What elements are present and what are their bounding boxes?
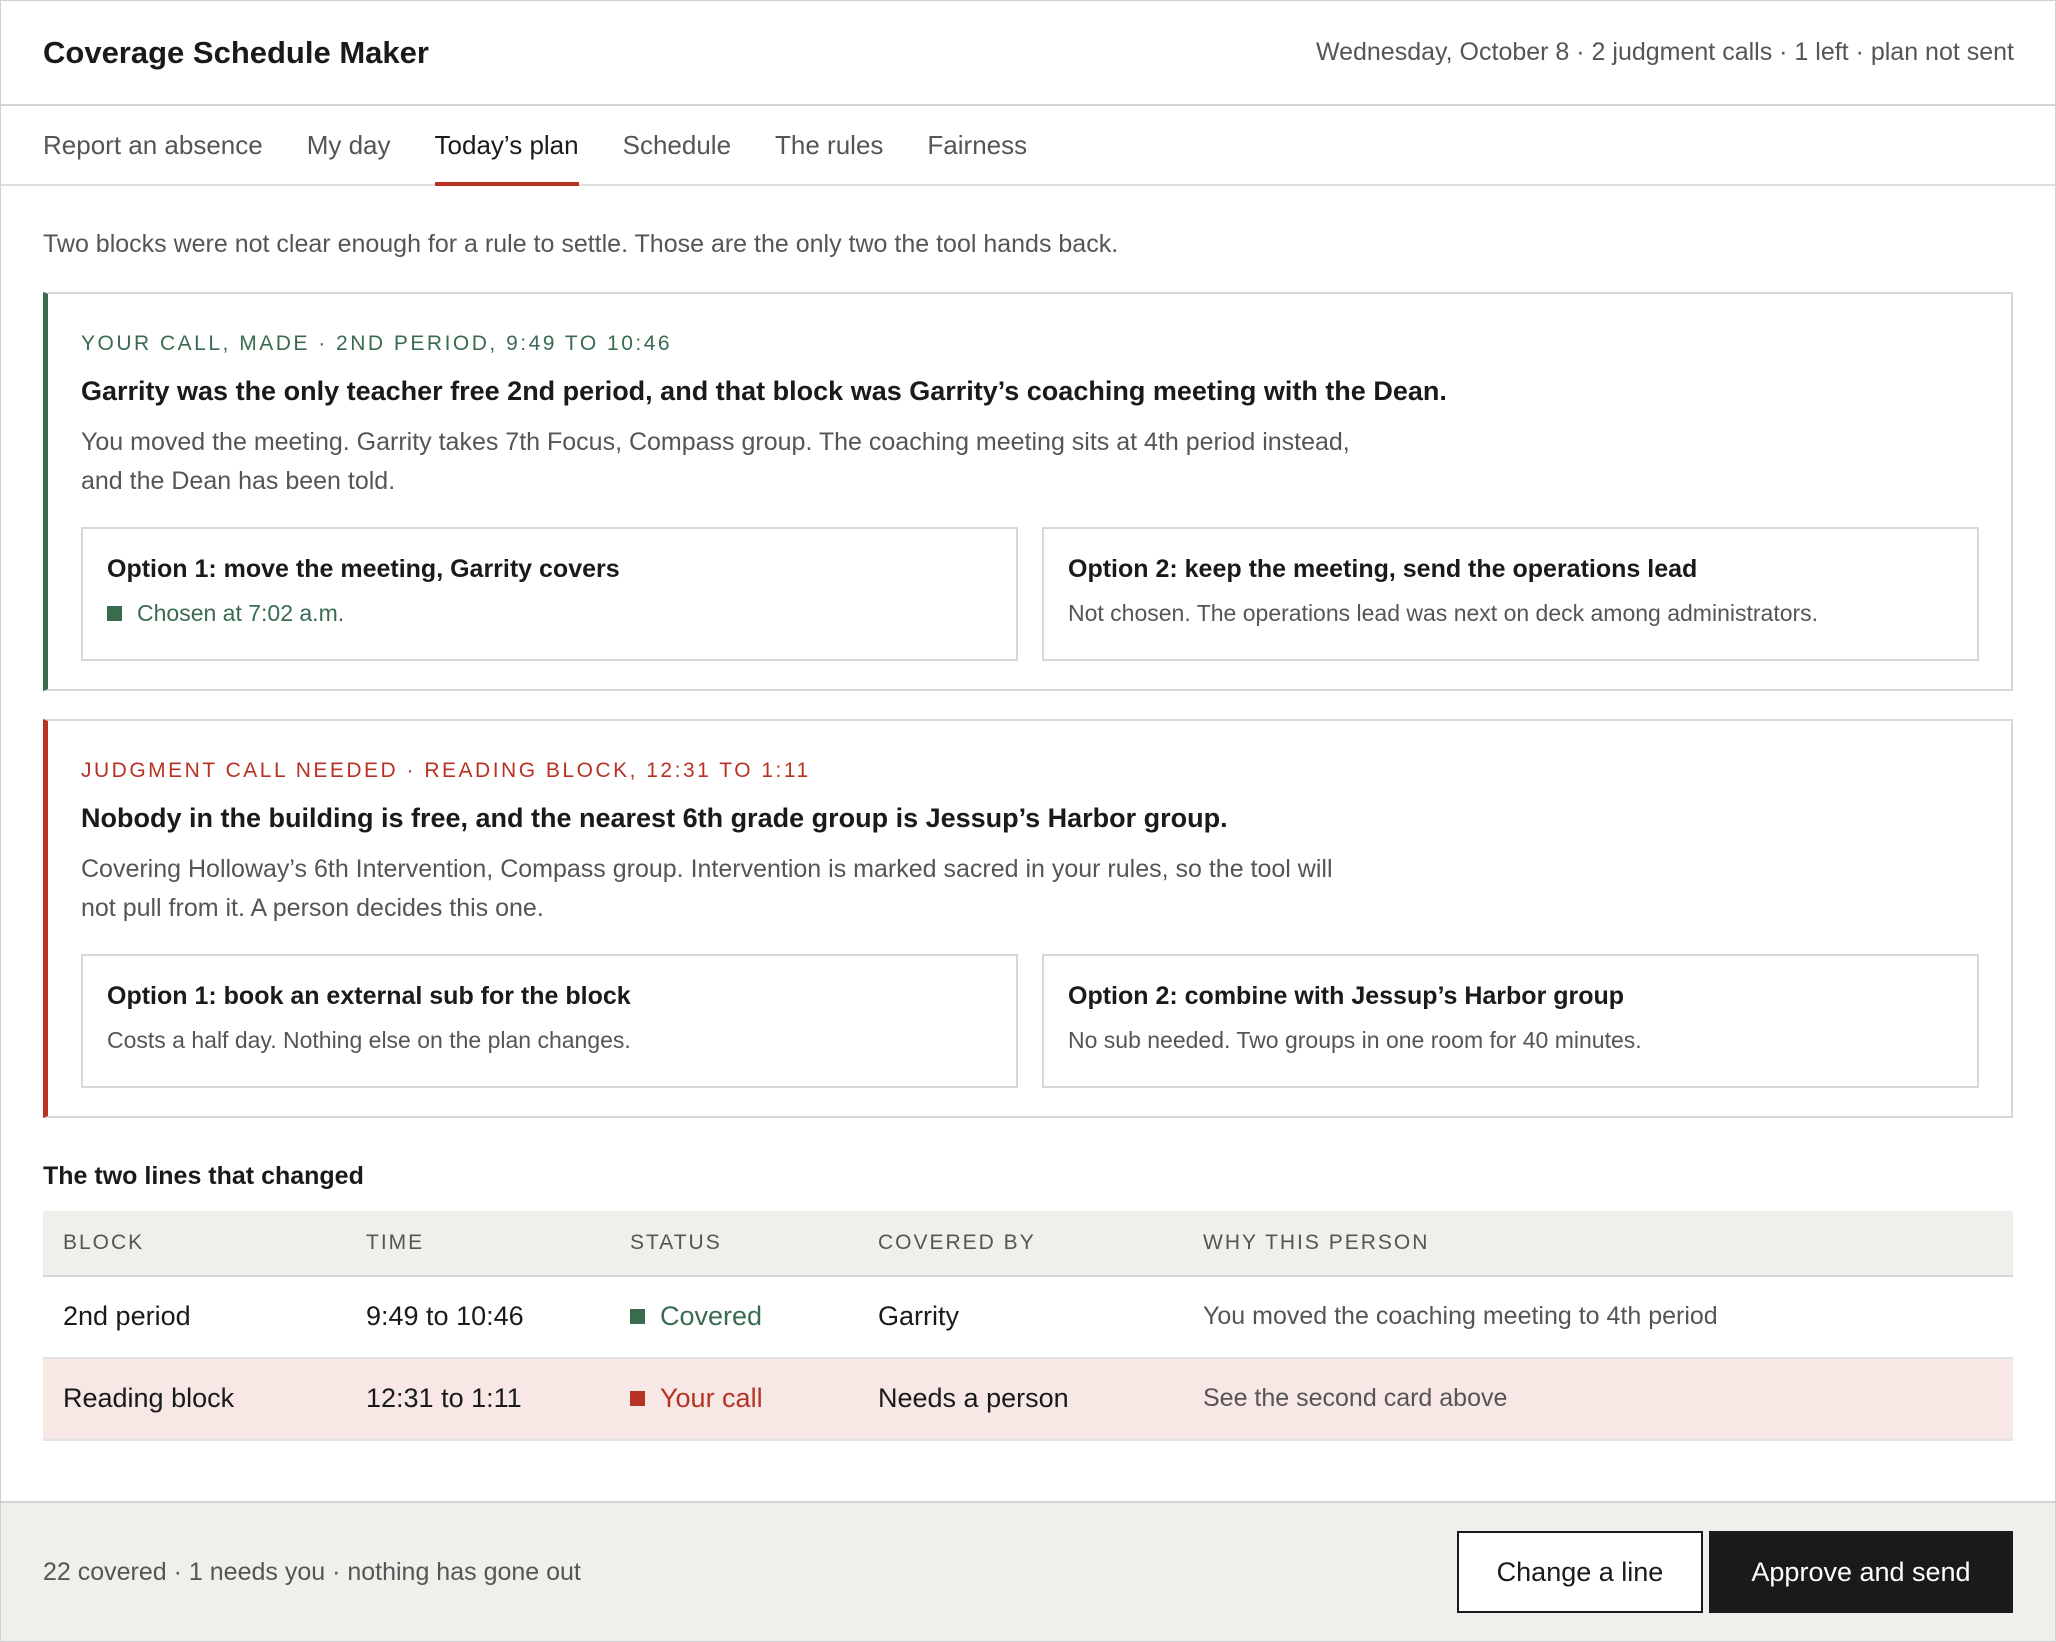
option-combine-groups[interactable]: Option 2: combine with Jessup’s Harbor g… [1042, 953, 1979, 1088]
tab-bar: Report an absence My day Today’s plan Sc… [1, 106, 2055, 186]
status-covered: Covered [630, 1301, 858, 1332]
cell-time: 9:49 to 10:46 [346, 1275, 610, 1359]
table-row[interactable]: Reading block 12:31 to 1:11 Your call Ne… [43, 1357, 2013, 1441]
status-square-icon [630, 1391, 645, 1406]
column-header-time: TIME [346, 1210, 610, 1277]
change-line-button[interactable]: Change a line [1457, 1531, 1703, 1613]
table-header-row: BLOCK TIME STATUS COVERED BY WHY THIS PE… [43, 1210, 2013, 1277]
option-title: Option 2: keep the meeting, send the ope… [1068, 554, 1698, 583]
column-header-covered-by: COVERED BY [858, 1210, 1183, 1277]
cell-status: Covered [610, 1275, 858, 1359]
cell-block: 2nd period [43, 1275, 346, 1359]
chosen-indicator: Chosen at 7:02 a.m. [107, 600, 992, 627]
card-body: You moved the meeting. Garrity takes 7th… [81, 427, 1350, 495]
card-eyebrow: Judgment call needed · Reading block, 12… [81, 758, 811, 782]
card-headline: Nobody in the building is free, and the … [81, 802, 1228, 833]
changes-section-title: The two lines that changed [43, 1161, 364, 1190]
card-eyebrow: Your call, made · 2nd period, 9:49 to 10… [81, 331, 673, 355]
footer-summary: 22 covered · 1 needs you · nothing has g… [43, 1557, 581, 1586]
column-header-block: BLOCK [43, 1210, 346, 1277]
table-row[interactable]: 2nd period 9:49 to 10:46 Covered Garrity… [43, 1275, 2013, 1359]
option-external-sub[interactable]: Option 1: book an external sub for the b… [81, 953, 1018, 1088]
tab-report-absence[interactable]: Report an absence [43, 106, 263, 184]
cell-covered-by: Needs a person [858, 1357, 1183, 1441]
tab-schedule[interactable]: Schedule [623, 106, 731, 184]
column-header-status: STATUS [610, 1210, 858, 1277]
status-text: Your call [660, 1383, 763, 1413]
options-row: Option 1: move the meeting, Garrity cove… [81, 526, 1979, 661]
column-header-why: WHY THIS PERSON [1183, 1210, 2013, 1277]
intro-text: Two blocks were not clear enough for a r… [43, 230, 1119, 258]
card-body: Covering Holloway’s 6th Intervention, Co… [81, 854, 1333, 922]
tab-my-day[interactable]: My day [307, 106, 391, 184]
option-note: Not chosen. The operations lead was next… [1068, 599, 1819, 626]
app-window: Coverage Schedule Maker Wednesday, Octob… [0, 0, 2056, 1642]
changes-table: BLOCK TIME STATUS COVERED BY WHY THIS PE… [43, 1210, 2013, 1441]
option-note: No sub needed. Two groups in one room fo… [1068, 1026, 1642, 1053]
tab-todays-plan[interactable]: Today’s plan [434, 106, 579, 186]
footer-actions: Change a line Approve and send [1457, 1531, 2013, 1613]
approve-send-button[interactable]: Approve and send [1709, 1531, 2013, 1613]
main-content: Two blocks were not clear enough for a r… [1, 186, 2055, 1441]
app-header: Coverage Schedule Maker Wednesday, Octob… [1, 1, 2055, 106]
plan-status-line: Wednesday, October 8 · 2 judgment calls … [1315, 38, 2014, 66]
judgment-call-card: Judgment call needed · Reading block, 12… [43, 718, 2013, 1118]
app-title: Coverage Schedule Maker [43, 34, 429, 70]
option-title: Option 1: move the meeting, Garrity cove… [107, 554, 620, 583]
chosen-square-icon [107, 605, 122, 621]
tab-fairness[interactable]: Fairness [927, 106, 1027, 184]
cell-status: Your call [610, 1357, 858, 1441]
call-made-card: Your call, made · 2nd period, 9:49 to 10… [43, 291, 2013, 691]
cell-covered-by: Garrity [858, 1275, 1183, 1359]
option-keep-meeting[interactable]: Option 2: keep the meeting, send the ope… [1042, 526, 1979, 661]
cell-time: 12:31 to 1:11 [346, 1357, 610, 1441]
tab-the-rules[interactable]: The rules [775, 106, 883, 184]
status-text: Covered [660, 1301, 763, 1331]
footer-bar: 22 covered · 1 needs you · nothing has g… [1, 1501, 2055, 1641]
status-square-icon [630, 1309, 645, 1324]
option-title: Option 2: combine with Jessup’s Harbor g… [1068, 981, 1625, 1010]
cell-why: See the second card above [1183, 1357, 2013, 1441]
option-move-meeting[interactable]: Option 1: move the meeting, Garrity cove… [81, 526, 1018, 661]
chosen-note: Chosen at 7:02 a.m. [137, 599, 345, 626]
cell-why: You moved the coaching meeting to 4th pe… [1183, 1275, 2013, 1359]
card-headline: Garrity was the only teacher free 2nd pe… [81, 375, 1447, 406]
status-your-call: Your call [630, 1383, 858, 1414]
options-row: Option 1: book an external sub for the b… [81, 953, 1979, 1088]
option-title: Option 1: book an external sub for the b… [107, 981, 631, 1010]
option-note: Costs a half day. Nothing else on the pl… [107, 1026, 631, 1053]
cell-block: Reading block [43, 1357, 346, 1441]
